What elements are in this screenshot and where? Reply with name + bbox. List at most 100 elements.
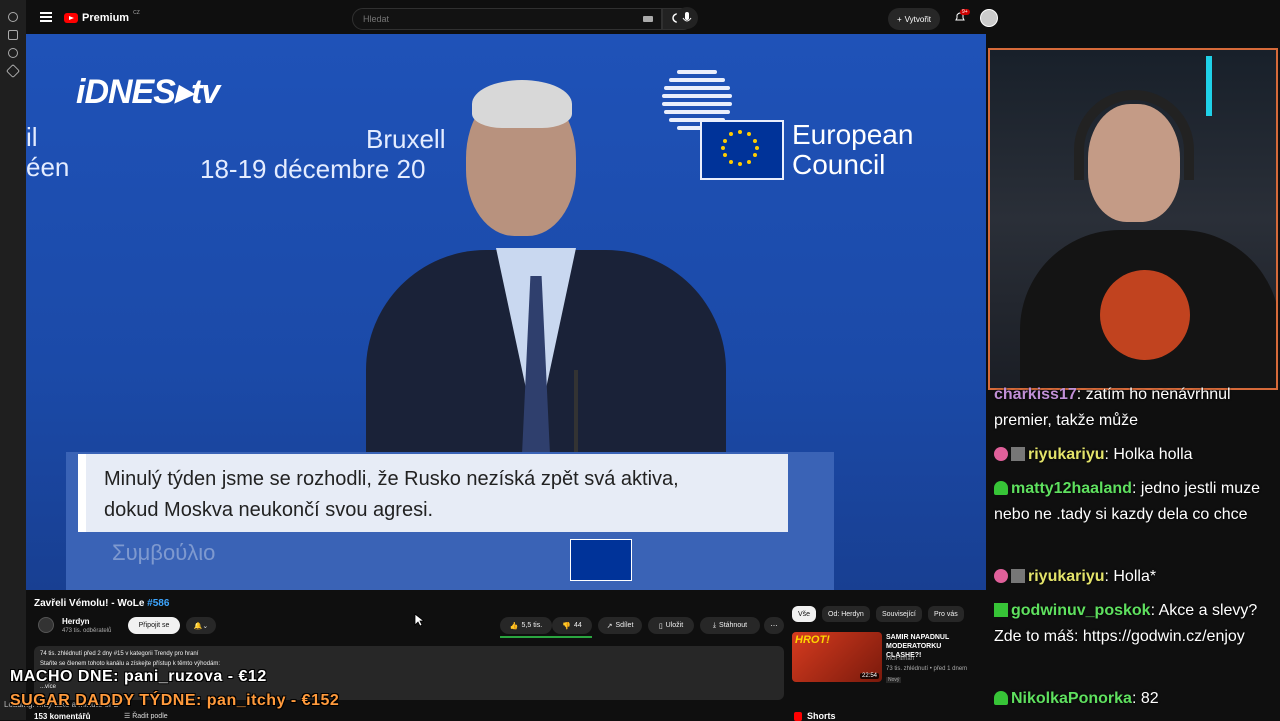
recommended-thumbnail[interactable]: HROT! 22:54 (792, 632, 882, 682)
create-button[interactable]: + Vytvořit (888, 8, 940, 30)
recommended-channel[interactable]: MGFitman (886, 656, 914, 662)
chip-related[interactable]: Související (876, 606, 922, 622)
chat-username: charkiss17 (994, 386, 1077, 403)
top-bar: Premium CZ + Vytvořit 9+ (26, 0, 1012, 36)
share-icon: ↗ (606, 622, 613, 630)
join-button[interactable]: Připojit se (128, 617, 180, 634)
save-button[interactable]: ▯ Uložit (648, 617, 694, 634)
chat-username: riyukariyu (1028, 446, 1105, 463)
headphones (1074, 90, 1194, 180)
chat-overlay: charkiss17: zatím ho nenávrhnul premier,… (988, 384, 1280, 720)
council-name: European Council (792, 119, 914, 180)
left-rail (0, 0, 26, 720)
speaker-hair (472, 80, 572, 128)
subtitle-text: Minulý týden jsme se rozhodli, že Rusko … (104, 468, 679, 521)
search-input[interactable] (361, 13, 615, 25)
chat-message: NikolkaPonorka: 82 (994, 686, 1274, 712)
webcam-overlay (988, 48, 1278, 390)
chat-text: : Holla* (1104, 568, 1157, 585)
sort-label: Řadit podle (132, 713, 168, 720)
keyboard-icon[interactable] (643, 16, 653, 22)
star-icon[interactable] (5, 63, 21, 79)
chat-text: : 82 (1131, 690, 1159, 707)
chat-username: godwinuv_poskok (1011, 602, 1151, 619)
tshirt-logo (1100, 270, 1190, 360)
new-badge: Nový (886, 677, 902, 683)
bits-badge-icon (1011, 569, 1025, 583)
thumbs-up-icon: 👍 (509, 622, 519, 630)
thumbs-down-icon: 👎 (562, 622, 571, 630)
microphone-icon (682, 12, 692, 22)
shorts-icon (794, 711, 802, 721)
video-title-hashtag[interactable]: #586 (147, 598, 169, 609)
video-duration: 22:54 (859, 673, 879, 679)
download-icon: ⤓ (712, 621, 717, 629)
save-label: Uložit (665, 622, 684, 629)
recommended-meta: 73 tis. zhlédnutí • před 1 dnem (886, 666, 968, 672)
thumbnail-text: HROT! (795, 634, 830, 646)
bookmark-icon: ▯ (658, 622, 663, 630)
search-box[interactable] (352, 8, 662, 30)
macho-dne-banner: MACHO DNE: pani_ruzova - €12 (10, 668, 267, 685)
description-meta: 74 tis. zhlédnutí před 2 dny #15 v kateg… (40, 651, 199, 657)
download-label: Stáhnout (719, 622, 748, 629)
video-title: Zavřeli Vémolu! - WoLe #586 (34, 598, 169, 609)
channel-name[interactable]: Herdyn (62, 617, 90, 626)
like-button[interactable]: 👍 5,5 tis. (500, 617, 552, 634)
chip-for-you[interactable]: Pro vás (928, 606, 964, 622)
subscriber-badge-icon (994, 569, 1008, 583)
user-badge-icon (994, 691, 1008, 705)
dislike-count: 44 (573, 622, 582, 629)
like-progress (500, 636, 592, 638)
chevron-down-icon: ⌄ (202, 622, 209, 630)
share-label: Sdílet (615, 622, 634, 629)
video-player[interactable]: iDNES▸tv il éen Bruxell 18-19 décembre 2… (26, 34, 986, 590)
chip-from-channel[interactable]: Od: Herdyn (822, 606, 870, 622)
chat-message: godwinuv_poskok: Akce a slevy? Zde to má… (994, 598, 1274, 650)
chat-message: charkiss17: zatím ho nenávrhnul premier,… (994, 382, 1274, 434)
voice-search-button[interactable] (676, 7, 698, 29)
checkmark-badge-icon (994, 603, 1008, 617)
chat-message: matty12haaland: jedno jestli muze nebo n… (994, 476, 1274, 528)
logo-country: CZ (133, 10, 140, 16)
share-button[interactable]: ↗ Sdílet (598, 617, 642, 634)
download-button[interactable]: ⤓ Stáhnout (700, 617, 760, 634)
channel-subscribers: 473 tis. odběratelů (62, 628, 112, 634)
sort-comments-button[interactable]: ☰ Řadit podle (124, 712, 168, 720)
chat-text: : Holka holla (1104, 446, 1193, 463)
bits-badge-icon (1011, 447, 1025, 461)
logo-text: Premium (82, 12, 130, 24)
notifications-button[interactable]: 🔔 ⌄ (186, 617, 216, 634)
video-watermark: iDNES▸tv (76, 73, 220, 111)
plus-icon: + (896, 14, 902, 24)
chat-username: NikolkaPonorka (1011, 690, 1132, 707)
menu-icon[interactable] (40, 12, 52, 22)
chat-message: riyukariyu: Holla* (994, 564, 1274, 590)
subscriptions-icon[interactable] (8, 30, 18, 40)
chip-all[interactable]: Vše (792, 606, 817, 622)
user-badge-icon (994, 481, 1008, 495)
sugar-daddy-banner: SUGAR DADDY TÝDNE: pan_itchy - €152 (10, 692, 340, 709)
history-icon[interactable] (8, 48, 18, 58)
home-icon[interactable] (8, 12, 18, 22)
chat-username: matty12haaland (1011, 480, 1132, 497)
like-count: 5,5 tis. (521, 622, 543, 629)
description-text: Staňte se členem tohoto kanálu a získejt… (40, 661, 221, 667)
account-avatar[interactable] (980, 9, 998, 27)
more-actions-button[interactable]: ⋯ (764, 617, 784, 634)
podium-eu-flag (570, 539, 632, 581)
video-title-text: Zavřeli Vémolu! - WoLe (34, 598, 145, 609)
chat-message: riyukariyu: Holka holla (994, 442, 1274, 468)
play-logo-icon (64, 13, 78, 23)
video-background-text: il éen (26, 122, 70, 182)
youtube-logo[interactable]: Premium CZ (64, 10, 140, 25)
more-icon: ⋯ (770, 622, 778, 630)
channel-avatar[interactable] (38, 617, 54, 633)
mouse-cursor-icon (414, 613, 424, 627)
chat-username: riyukariyu (1028, 568, 1105, 585)
dislike-button[interactable]: 👎 44 (552, 617, 592, 634)
bell-icon: 🔔 (193, 622, 203, 630)
podium-text: Συμβούλιο (112, 540, 216, 565)
subscriber-badge-icon (994, 447, 1008, 461)
notification-badge: 9+ (960, 9, 970, 15)
